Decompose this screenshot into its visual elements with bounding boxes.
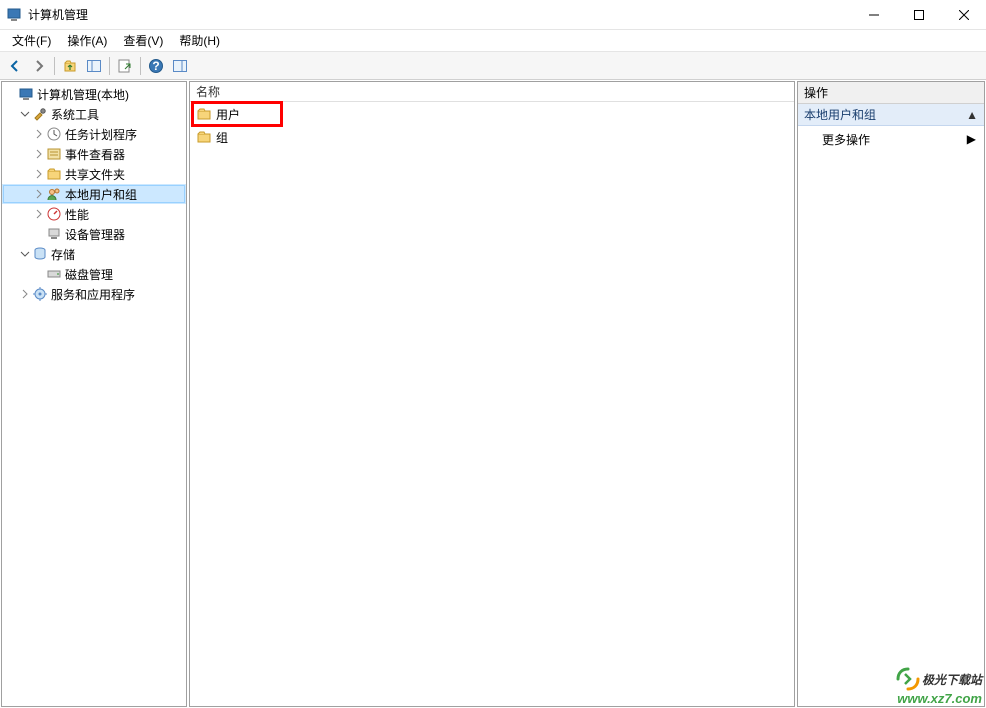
chevron-down-icon[interactable]	[18, 107, 32, 121]
menu-help[interactable]: 帮助(H)	[171, 30, 228, 51]
chevron-right-icon[interactable]	[32, 187, 46, 201]
actions-section-label: 本地用户和组	[804, 106, 876, 123]
shared-folder-icon	[46, 166, 62, 182]
node-label: 服务和应用程序	[51, 286, 135, 303]
column-label: 名称	[196, 83, 220, 100]
tree-system-tools[interactable]: 系统工具	[2, 104, 186, 124]
menu-action[interactable]: 操作(A)	[59, 30, 115, 51]
app-icon	[6, 7, 22, 23]
tree-task-scheduler[interactable]: 任务计划程序	[2, 124, 186, 144]
actions-header: 操作	[798, 82, 984, 104]
tree-performance[interactable]: 性能	[2, 204, 186, 224]
chevron-right-icon[interactable]	[32, 167, 46, 181]
event-icon	[46, 146, 62, 162]
chevron-right-icon[interactable]	[32, 147, 46, 161]
highlight-annotation: 用户	[191, 101, 283, 127]
toolbar-separator	[109, 57, 110, 75]
chevron-right-icon[interactable]	[32, 207, 46, 221]
tools-icon	[32, 106, 48, 122]
menubar: 文件(F) 操作(A) 查看(V) 帮助(H)	[0, 30, 986, 52]
list-item-groups[interactable]: 组	[194, 127, 790, 147]
chevron-right-icon[interactable]	[32, 127, 46, 141]
clock-icon	[46, 126, 62, 142]
menu-file[interactable]: 文件(F)	[4, 30, 59, 51]
svg-text:?: ?	[152, 59, 159, 73]
column-header-name[interactable]: 名称	[190, 82, 794, 102]
device-icon	[46, 226, 62, 242]
node-label: 任务计划程序	[65, 126, 137, 143]
tree-services-apps[interactable]: 服务和应用程序	[2, 284, 186, 304]
folder-icon	[196, 106, 212, 122]
actions-more-label: 更多操作	[822, 131, 870, 148]
toolbar: ?	[0, 52, 986, 80]
close-button[interactable]	[941, 0, 986, 30]
up-button[interactable]	[59, 55, 81, 77]
chevron-right-icon[interactable]	[18, 287, 32, 301]
forward-button[interactable]	[28, 55, 50, 77]
tree-disk-management[interactable]: 磁盘管理	[2, 264, 186, 284]
performance-icon	[46, 206, 62, 222]
minimize-button[interactable]	[851, 0, 896, 30]
titlebar: 计算机管理	[0, 0, 986, 30]
chevron-down-icon[interactable]	[18, 247, 32, 261]
back-button[interactable]	[4, 55, 26, 77]
expander-icon[interactable]	[4, 87, 18, 101]
tree-device-manager[interactable]: 设备管理器	[2, 224, 186, 244]
node-label: 磁盘管理	[65, 266, 113, 283]
help-button[interactable]: ?	[145, 55, 167, 77]
folder-icon	[196, 129, 212, 145]
collapse-arrow-icon[interactable]: ▲	[966, 108, 978, 122]
tree-event-viewer[interactable]: 事件查看器	[2, 144, 186, 164]
node-label: 系统工具	[51, 106, 99, 123]
node-label: 性能	[65, 206, 89, 223]
show-hide-tree-button[interactable]	[83, 55, 105, 77]
toolbar-separator	[140, 57, 141, 75]
node-label: 计算机管理(本地)	[37, 86, 129, 103]
list-item-label: 组	[216, 129, 228, 146]
expander-icon[interactable]	[32, 267, 46, 281]
tree-local-users-groups[interactable]: 本地用户和组	[2, 184, 186, 204]
window-title: 计算机管理	[28, 6, 851, 23]
actions-header-label: 操作	[804, 84, 828, 101]
node-label: 事件查看器	[65, 146, 125, 163]
services-icon	[32, 286, 48, 302]
export-list-button[interactable]	[114, 55, 136, 77]
node-label: 本地用户和组	[65, 186, 137, 203]
window-controls	[851, 0, 986, 30]
disk-icon	[46, 266, 62, 282]
tree-storage[interactable]: 存储	[2, 244, 186, 264]
storage-icon	[32, 246, 48, 262]
tree-shared-folders[interactable]: 共享文件夹	[2, 164, 186, 184]
node-label: 设备管理器	[65, 226, 125, 243]
chevron-right-icon: ▶	[967, 132, 976, 146]
show-actions-pane-button[interactable]	[169, 55, 191, 77]
list-body[interactable]: 用户 组	[190, 102, 794, 706]
menu-view[interactable]: 查看(V)	[115, 30, 171, 51]
expander-icon[interactable]	[32, 227, 46, 241]
computer-icon	[18, 86, 34, 102]
node-label: 存储	[51, 246, 75, 263]
toolbar-separator	[54, 57, 55, 75]
actions-section[interactable]: 本地用户和组 ▲	[798, 104, 984, 126]
list-item-label: 用户	[216, 106, 240, 123]
actions-more[interactable]: 更多操作 ▶	[798, 126, 984, 152]
list-item-users[interactable]: 用户	[194, 104, 240, 124]
actions-panel: 操作 本地用户和组 ▲ 更多操作 ▶	[797, 81, 985, 707]
tree-root[interactable]: 计算机管理(本地)	[2, 84, 186, 104]
users-icon	[46, 186, 62, 202]
maximize-button[interactable]	[896, 0, 941, 30]
tree-panel[interactable]: 计算机管理(本地) 系统工具 任务计划程序 事件查看器 共享文件夹	[1, 81, 187, 707]
list-panel: 名称 用户 组	[189, 81, 795, 707]
node-label: 共享文件夹	[65, 166, 125, 183]
